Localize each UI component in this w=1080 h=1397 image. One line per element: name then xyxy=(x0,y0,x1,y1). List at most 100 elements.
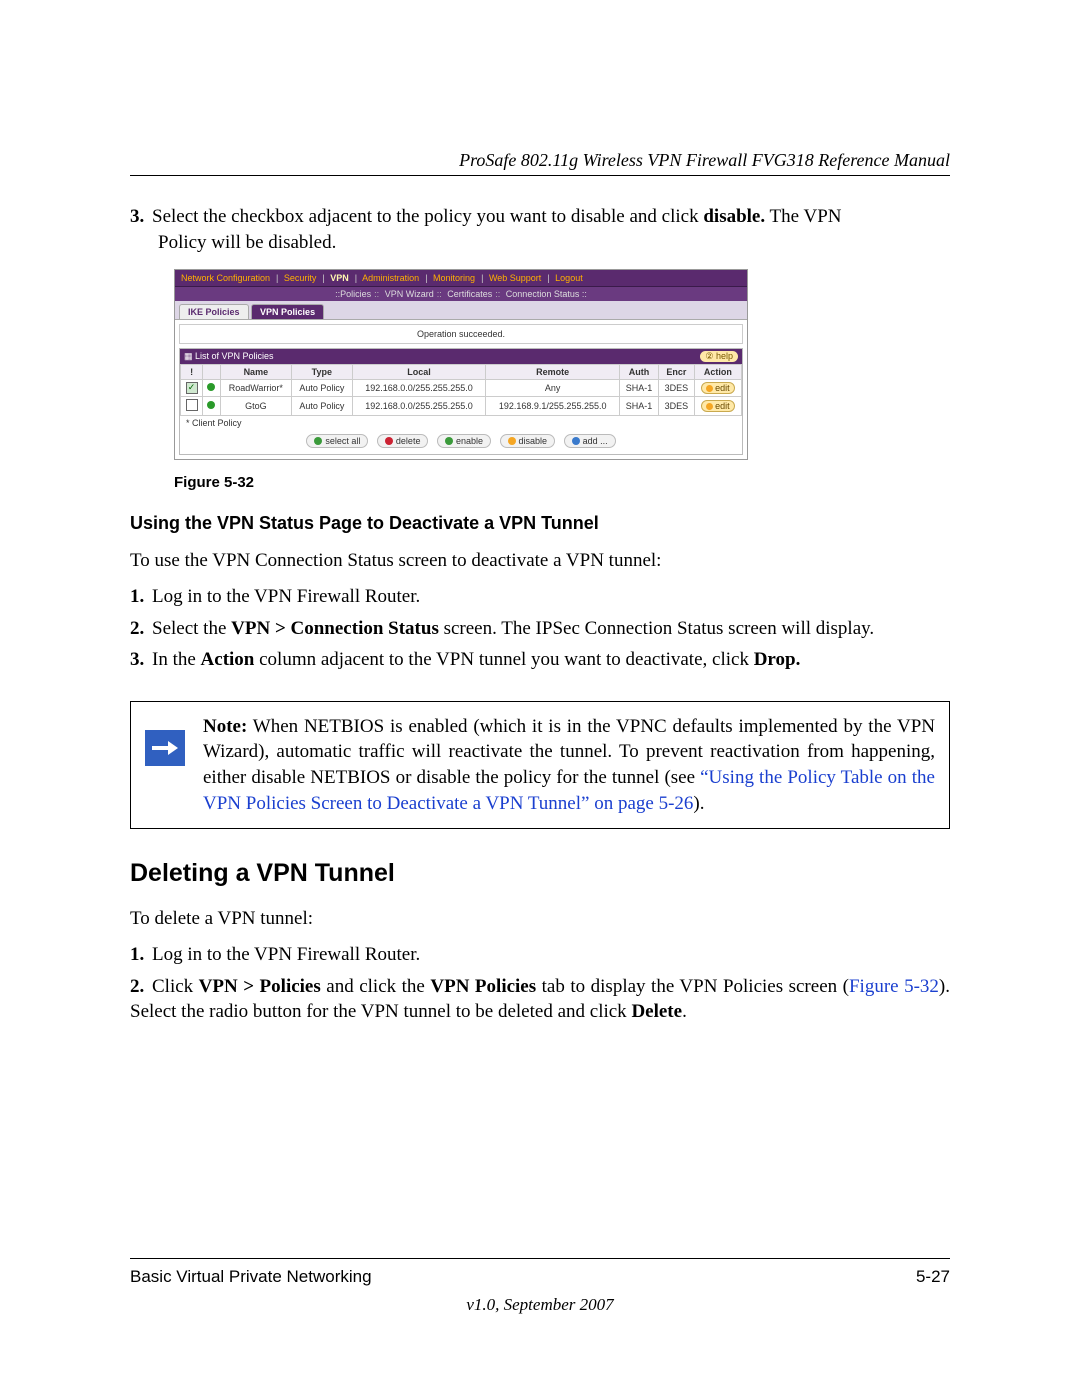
nav-item-selected[interactable]: VPN xyxy=(330,273,349,283)
subnav-item[interactable]: Policies xyxy=(340,289,371,299)
edit-button[interactable]: edit xyxy=(701,400,735,412)
figure-caption: Figure 5-32 xyxy=(174,474,950,491)
text: column adjacent to the VPN tunnel you wa… xyxy=(254,649,753,670)
text: Policy will be disabled. xyxy=(158,230,950,256)
policies-table: ! Name Type Local Remote Auth Encr Actio… xyxy=(180,364,742,416)
enable-button[interactable]: enable xyxy=(437,434,491,448)
table-header-row: ! Name Type Local Remote Auth Encr Actio… xyxy=(181,365,742,380)
footer-rule xyxy=(130,1258,950,1259)
text: In the xyxy=(152,649,201,670)
col-name: Name xyxy=(220,365,291,380)
bold-text: VPN > Policies xyxy=(199,976,321,997)
step-number: 3. xyxy=(130,204,152,230)
cell: 3DES xyxy=(659,380,695,397)
text: The VPN xyxy=(765,206,841,227)
delete-button[interactable]: delete xyxy=(377,434,429,448)
operation-message: Operation succeeded. xyxy=(179,324,743,344)
button-row: select all delete enable disable add ... xyxy=(180,430,742,454)
list-item: 1.Log in to the VPN Firewall Router. xyxy=(130,584,950,610)
text: Click xyxy=(152,976,199,997)
item-number: 2. xyxy=(130,616,152,642)
note-label: Note: xyxy=(203,716,247,737)
row-checkbox[interactable] xyxy=(186,382,198,394)
col-auth: Auth xyxy=(620,365,659,380)
policies-panel: ▦ List of VPN Policies ② help ! Name Typ… xyxy=(179,348,743,455)
bold-text: VPN Policies xyxy=(430,976,536,997)
sub-nav: ::Policies:: VPN Wizard:: Certificates::… xyxy=(175,287,747,301)
list-item: 2.Select the VPN > Connection Status scr… xyxy=(130,616,950,642)
text: Log in to the VPN Firewall Router. xyxy=(152,944,420,965)
status-icon xyxy=(207,383,215,391)
main-nav: Network Configuration| Security| VPN| Ad… xyxy=(175,270,747,287)
text: . xyxy=(682,1001,687,1022)
page-header: ProSafe 802.11g Wireless VPN Firewall FV… xyxy=(130,150,950,176)
cross-ref-link[interactable]: Figure 5-32 xyxy=(849,976,939,997)
note-box: Note: When NETBIOS is enabled (which it … xyxy=(130,701,950,830)
edit-button[interactable]: edit xyxy=(701,382,735,394)
cell: Any xyxy=(486,380,620,397)
text: ). xyxy=(693,793,704,814)
tabs-row: IKE Policies VPN Policies xyxy=(175,301,747,320)
cell: 192.168.0.0/255.255.255.0 xyxy=(352,380,486,397)
subheading: Using the VPN Status Page to Deactivate … xyxy=(130,513,950,534)
nav-item[interactable]: Network Configuration xyxy=(181,273,270,283)
bold-text: Drop. xyxy=(754,649,801,670)
help-button[interactable]: ② help xyxy=(700,351,738,362)
subnav-item[interactable]: Connection Status xyxy=(506,289,580,299)
subnav-item[interactable]: Certificates xyxy=(447,289,492,299)
section-heading: Deleting a VPN Tunnel xyxy=(130,859,950,888)
subnav-item[interactable]: VPN Wizard xyxy=(385,289,434,299)
select-all-button[interactable]: select all xyxy=(306,434,368,448)
list-item: 1.Log in to the VPN Firewall Router. xyxy=(130,942,950,968)
nav-item[interactable]: Logout xyxy=(555,273,583,283)
figure-screenshot: Network Configuration| Security| VPN| Ad… xyxy=(174,269,748,460)
cell: Auto Policy xyxy=(292,397,353,416)
intro-text: To use the VPN Connection Status screen … xyxy=(130,548,950,574)
list-item: 2.Click VPN > Policies and click the VPN… xyxy=(130,974,950,1025)
tab-ike-policies[interactable]: IKE Policies xyxy=(179,304,249,319)
text: Log in to the VPN Firewall Router. xyxy=(152,586,420,607)
text: screen. The IPSec Connection Status scre… xyxy=(439,618,874,639)
text: Select the xyxy=(152,618,231,639)
col-check: ! xyxy=(181,365,203,380)
nav-item[interactable]: Administration xyxy=(362,273,419,283)
table-row: RoadWarrior* Auto Policy 192.168.0.0/255… xyxy=(181,380,742,397)
footer-page-number: 5-27 xyxy=(916,1267,950,1287)
text: and click the xyxy=(321,976,431,997)
panel-title: ▦ List of VPN Policies xyxy=(184,351,274,362)
bold-text: VPN > Connection Status xyxy=(231,618,439,639)
item-number: 1. xyxy=(130,942,152,968)
arrow-icon xyxy=(145,730,185,766)
disable-button[interactable]: disable xyxy=(500,434,556,448)
cell: GtoG xyxy=(220,397,291,416)
table-footnote: * Client Policy xyxy=(180,416,742,430)
footer-left: Basic Virtual Private Networking xyxy=(130,1267,372,1287)
table-row: GtoG Auto Policy 192.168.0.0/255.255.255… xyxy=(181,397,742,416)
nav-item[interactable]: Web Support xyxy=(489,273,541,283)
tab-vpn-policies[interactable]: VPN Policies xyxy=(251,304,324,319)
add-button[interactable]: add ... xyxy=(564,434,616,448)
cell: 3DES xyxy=(659,397,695,416)
nav-item[interactable]: Monitoring xyxy=(433,273,475,283)
bold-text: disable. xyxy=(703,206,765,227)
footer-version: v1.0, September 2007 xyxy=(0,1295,1080,1315)
row-checkbox[interactable] xyxy=(186,399,198,411)
col-encr: Encr xyxy=(659,365,695,380)
cell: SHA-1 xyxy=(620,380,659,397)
cell: 192.168.0.0/255.255.255.0 xyxy=(352,397,486,416)
list-item: 3.In the Action column adjacent to the V… xyxy=(130,647,950,673)
status-icon xyxy=(207,401,215,409)
nav-item[interactable]: Security xyxy=(284,273,317,283)
item-number: 1. xyxy=(130,584,152,610)
intro-text: To delete a VPN tunnel: xyxy=(130,906,950,932)
item-number: 3. xyxy=(130,647,152,673)
col-type: Type xyxy=(292,365,353,380)
col-local: Local xyxy=(352,365,486,380)
bold-text: Delete xyxy=(631,1001,682,1022)
text: tab to display the VPN Policies screen ( xyxy=(536,976,849,997)
step-3: 3.Select the checkbox adjacent to the po… xyxy=(130,204,950,255)
cell: SHA-1 xyxy=(620,397,659,416)
col-status xyxy=(203,365,220,380)
col-action: Action xyxy=(694,365,741,380)
cell: RoadWarrior* xyxy=(220,380,291,397)
